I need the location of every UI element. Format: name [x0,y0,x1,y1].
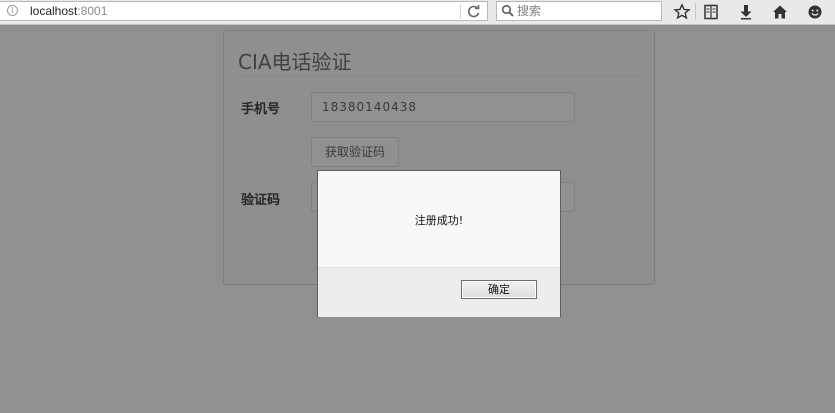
get-code-button[interactable]: 获取验证码 [311,137,399,167]
download-icon[interactable] [737,3,755,21]
info-icon[interactable]: i [7,5,18,16]
search-bar[interactable]: 搜索 [496,1,662,21]
phone-label: 手机号 [241,102,281,117]
smiley-feedback-icon[interactable] [806,3,824,21]
dialog-message: 注册成功! [414,214,464,227]
search-icon [501,4,514,17]
url-separator [460,4,461,19]
ok-button[interactable]: 确定 [461,280,537,299]
url-port: :8001 [77,4,108,18]
address-bar[interactable]: i localhost:8001 [0,1,488,21]
home-icon[interactable] [771,3,789,21]
url-host: localhost [30,4,78,18]
phone-input[interactable]: 18380140438 [311,92,575,122]
browser-toolbar: i localhost:8001 搜索 [0,0,835,25]
title-divider [238,76,640,77]
toolbar-divider [695,3,696,20]
bookmark-star-icon[interactable] [673,3,691,21]
page-title: CIA电话验证 [238,50,352,74]
search-placeholder: 搜索 [517,4,542,18]
code-label: 验证码 [241,193,281,208]
reading-list-icon[interactable] [702,3,720,21]
dialog-footer: 确定 [318,267,560,317]
reload-icon[interactable] [466,4,482,19]
url-text: localhost:8001 [30,4,107,19]
alert-dialog: 注册成功! 确定 [317,170,561,317]
